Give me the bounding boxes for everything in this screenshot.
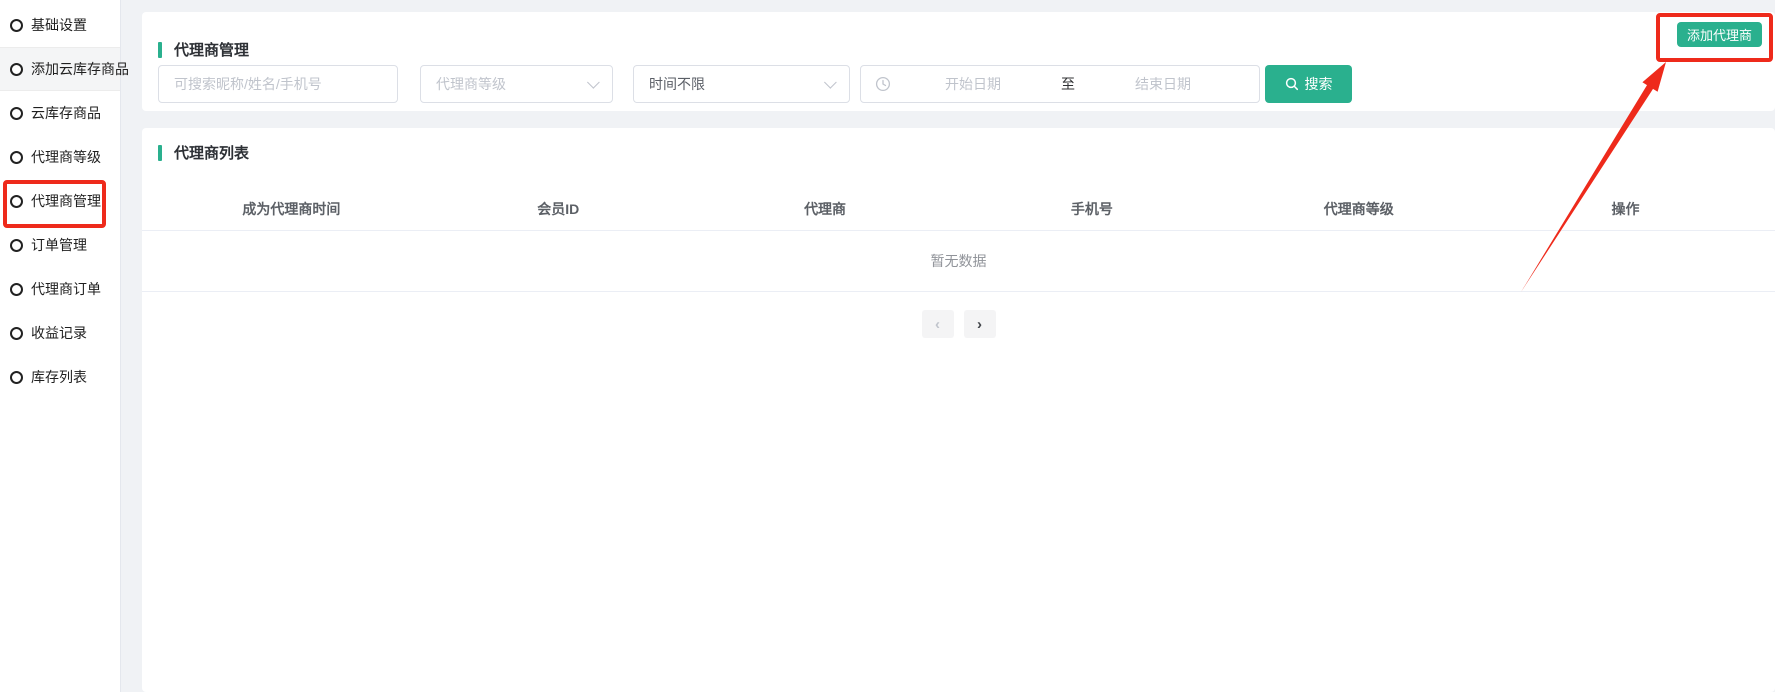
table-header-become-time: 成为代理商时间 [158, 199, 425, 219]
radio-circle-icon [10, 19, 23, 32]
table-header-row: 成为代理商时间 会员ID 代理商 手机号 代理商等级 操作 [142, 188, 1775, 231]
sidebar-item-order-management[interactable]: 订单管理 [0, 223, 120, 267]
sidebar-item-agent-orders[interactable]: 代理商订单 [0, 267, 120, 311]
sidebar-item-label: 代理商订单 [31, 279, 101, 299]
sidebar-item-label: 代理商管理 [31, 191, 101, 211]
agent-list-card: 代理商列表 成为代理商时间 会员ID 代理商 手机号 代理商等级 操作 暂无数据… [142, 128, 1775, 692]
table-header-member-id: 会员ID [425, 199, 692, 219]
add-agent-button[interactable]: 添加代理商 [1677, 22, 1762, 47]
radio-circle-icon [10, 239, 23, 252]
pagination-prev-button[interactable]: ‹ [922, 310, 954, 338]
agent-level-select-value: 代理商等级 [436, 74, 506, 94]
sidebar-item-cloud-products[interactable]: 云库存商品 [0, 91, 120, 135]
table-empty-state: 暂无数据 [142, 231, 1775, 292]
chevron-down-icon [824, 76, 837, 89]
search-icon [1285, 77, 1299, 91]
sidebar-item-income-records[interactable]: 收益记录 [0, 311, 120, 355]
pagination-next-button[interactable]: › [964, 310, 996, 338]
section-title-agent-list: 代理商列表 [158, 142, 249, 163]
search-input[interactable] [158, 65, 398, 103]
sidebar-item-label: 添加云库存商品 [31, 59, 129, 79]
section-title-agent-management: 代理商管理 [158, 39, 249, 60]
table-header-agent-level: 代理商等级 [1225, 199, 1492, 219]
time-range-select[interactable]: 时间不限 [633, 65, 850, 103]
sidebar-item-label: 订单管理 [31, 235, 87, 255]
end-date-input[interactable] [1081, 76, 1245, 92]
sidebar-item-add-cloud-product[interactable]: 添加云库存商品 [0, 47, 120, 91]
search-button-label: 搜索 [1305, 74, 1333, 94]
radio-circle-icon [10, 195, 23, 208]
filter-row: 代理商等级 时间不限 至 搜索 [158, 65, 1352, 103]
radio-circle-icon [10, 151, 23, 164]
sidebar-item-label: 库存列表 [31, 367, 87, 387]
sidebar-item-agent-level[interactable]: 代理商等级 [0, 135, 120, 179]
search-button[interactable]: 搜索 [1265, 65, 1352, 103]
sidebar-item-label: 云库存商品 [31, 103, 101, 123]
title-accent-bar [158, 42, 162, 58]
radio-circle-icon [10, 327, 23, 340]
sidebar-item-base-settings[interactable]: 基础设置 [0, 3, 120, 47]
radio-circle-icon [10, 283, 23, 296]
sidebar-item-label: 基础设置 [31, 15, 87, 35]
empty-text: 暂无数据 [931, 251, 987, 271]
sidebar: 基础设置 添加云库存商品 云库存商品 代理商等级 代理商管理 订单管理 代理商订… [0, 0, 121, 692]
page-title: 代理商管理 [174, 39, 249, 60]
table-header-phone: 手机号 [958, 199, 1225, 219]
title-accent-bar [158, 145, 162, 161]
filter-card: 代理商管理 代理商等级 时间不限 至 搜索 [142, 12, 1775, 111]
radio-circle-icon [10, 63, 23, 76]
time-range-select-value: 时间不限 [649, 74, 705, 94]
radio-circle-icon [10, 107, 23, 120]
pagination: ‹ › [142, 310, 1775, 338]
start-date-input[interactable] [891, 76, 1055, 92]
sidebar-item-agent-management[interactable]: 代理商管理 [0, 179, 120, 223]
table-header-actions: 操作 [1492, 199, 1759, 219]
sidebar-item-label: 收益记录 [31, 323, 87, 343]
radio-circle-icon [10, 371, 23, 384]
clock-icon [875, 76, 891, 92]
sidebar-item-inventory-list[interactable]: 库存列表 [0, 355, 120, 399]
agent-list-title: 代理商列表 [174, 142, 249, 163]
date-range-separator: 至 [1055, 74, 1081, 94]
date-range-picker[interactable]: 至 [860, 65, 1260, 103]
agent-level-select[interactable]: 代理商等级 [420, 65, 613, 103]
sidebar-item-label: 代理商等级 [31, 147, 101, 167]
table-header-agent: 代理商 [692, 199, 959, 219]
chevron-down-icon [587, 76, 600, 89]
